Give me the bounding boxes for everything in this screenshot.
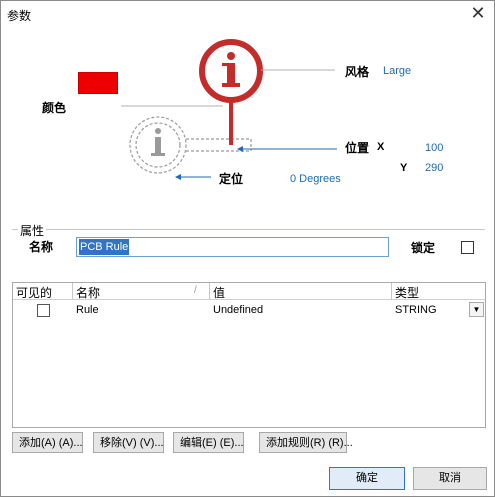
x-label: X xyxy=(377,141,385,153)
column-header-name[interactable]: 名称 xyxy=(76,284,100,301)
cancel-button[interactable]: 取消 xyxy=(413,467,487,490)
x-value[interactable]: 100 xyxy=(425,142,443,154)
anchor-arrow-head xyxy=(175,174,181,180)
ok-button[interactable]: 确定 xyxy=(329,467,405,490)
name-label: 名称 xyxy=(29,240,54,254)
add-rule-button[interactable]: 添加规则(R) (R)... xyxy=(259,432,353,453)
add-button[interactable]: 添加(A) (A)... xyxy=(12,432,83,453)
style-value[interactable]: Large xyxy=(383,65,411,77)
ghost-info-glyph xyxy=(151,128,165,156)
title-bar: 参数 ✕ xyxy=(1,1,494,27)
parameters-table: 可见的 名称 / 值 类型 Rule Undefined STRING ▼ xyxy=(12,282,486,428)
preview-graphic xyxy=(121,39,337,180)
table-row[interactable]: Rule Undefined STRING ▼ xyxy=(13,301,485,319)
anchor-label: 定位 xyxy=(219,172,244,186)
edit-button[interactable]: 编辑(E) (E)... xyxy=(173,432,244,453)
name-input-value: PCB Rule xyxy=(79,239,130,255)
y-label: Y xyxy=(400,162,408,174)
row-type[interactable]: STRING xyxy=(395,304,437,316)
parameters-dialog: 参数 ✕ 风格 Large 颜色 位置 X 100 Y 290 定位 0 Deg… xyxy=(0,0,495,497)
properties-group-title: 属性 xyxy=(18,222,47,239)
sort-indicator-icon: / xyxy=(194,285,197,296)
row-visible-checkbox[interactable] xyxy=(37,304,50,317)
close-icon[interactable]: ✕ xyxy=(468,3,488,23)
lock-label: 锁定 xyxy=(411,241,436,255)
parameter-preview-diagram: 风格 Large 颜色 位置 X 100 Y 290 定位 0 Degrees xyxy=(1,27,494,217)
column-header-visible[interactable]: 可见的 xyxy=(16,284,52,301)
info-marker-icon xyxy=(199,39,263,145)
y-value[interactable]: 290 xyxy=(425,162,443,174)
type-dropdown-chevron-down-icon[interactable]: ▼ xyxy=(469,302,484,317)
table-header: 可见的 名称 / 值 类型 xyxy=(13,283,485,300)
color-label: 颜色 xyxy=(42,101,67,115)
remove-button[interactable]: 移除(V) (V)... xyxy=(93,432,164,453)
rotation-value[interactable]: 0 Degrees xyxy=(290,173,341,185)
style-label: 风格 xyxy=(345,65,370,79)
row-name: Rule xyxy=(76,304,99,316)
position-label: 位置 xyxy=(345,141,370,155)
name-input[interactable]: PCB Rule xyxy=(76,237,389,257)
window-title: 参数 xyxy=(7,9,32,23)
row-value[interactable]: Undefined xyxy=(213,304,263,316)
lock-checkbox[interactable] xyxy=(461,241,474,254)
column-header-type[interactable]: 类型 xyxy=(395,284,419,301)
group-divider xyxy=(12,229,485,230)
color-swatch[interactable] xyxy=(78,72,118,94)
column-header-value[interactable]: 值 xyxy=(213,284,225,301)
